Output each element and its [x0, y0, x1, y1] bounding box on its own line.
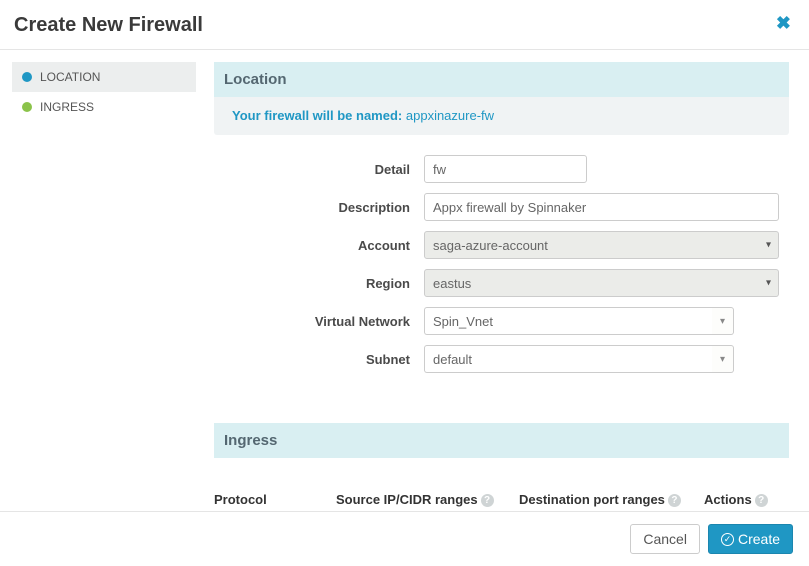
cancel-button[interactable]: Cancel	[630, 524, 700, 554]
firewall-name-value: appxinazure-fw	[406, 108, 494, 123]
create-button[interactable]: ✓ Create	[708, 524, 793, 554]
help-icon[interactable]: ?	[755, 494, 768, 507]
modal-footer: Cancel ✓ Create	[0, 511, 809, 566]
sidebar: LOCATION INGRESS	[12, 62, 196, 511]
label-subnet: Subnet	[224, 352, 424, 367]
help-icon[interactable]: ?	[481, 494, 494, 507]
label-detail: Detail	[224, 162, 424, 177]
label-account: Account	[224, 238, 424, 253]
account-select[interactable]	[424, 231, 779, 259]
status-pip-icon	[22, 102, 32, 112]
sidebar-item-location[interactable]: LOCATION	[12, 62, 196, 92]
label-vnet: Virtual Network	[224, 314, 424, 329]
label-description: Description	[224, 200, 424, 215]
modal-body: LOCATION INGRESS Location Your firewall …	[0, 50, 809, 511]
status-pip-icon	[22, 72, 32, 82]
close-icon[interactable]: ✖	[776, 14, 791, 32]
detail-input[interactable]	[424, 155, 587, 183]
section-heading-location: Location	[214, 62, 789, 97]
name-prefix: Your firewall will be named:	[232, 108, 402, 123]
firewall-name-banner: Your firewall will be named: appxinazure…	[214, 97, 789, 135]
check-circle-icon: ✓	[721, 533, 734, 546]
subnet-select[interactable]	[424, 345, 712, 373]
label-region: Region	[224, 276, 424, 291]
help-icon[interactable]: ?	[668, 494, 681, 507]
chevron-down-icon[interactable]: ▾	[712, 307, 734, 335]
create-firewall-modal: Create New Firewall ✖ LOCATION INGRESS L…	[0, 0, 809, 566]
create-button-label: Create	[738, 531, 780, 547]
col-dest: Destination port ranges	[519, 492, 665, 507]
sidebar-item-label: LOCATION	[40, 70, 100, 84]
chevron-down-icon[interactable]: ▾	[712, 345, 734, 373]
col-actions: Actions	[704, 492, 752, 507]
modal-header: Create New Firewall ✖	[0, 0, 809, 50]
main-panel: Location Your firewall will be named: ap…	[196, 62, 809, 511]
description-input[interactable]	[424, 193, 779, 221]
region-select[interactable]	[424, 269, 779, 297]
sidebar-item-label: INGRESS	[40, 100, 94, 114]
section-heading-ingress: Ingress	[214, 423, 789, 458]
sidebar-item-ingress[interactable]: INGRESS	[12, 92, 196, 122]
col-protocol: Protocol	[214, 492, 336, 508]
col-source: Source IP/CIDR ranges	[336, 492, 478, 507]
vnet-select[interactable]	[424, 307, 712, 335]
location-form: Detail Description Account Region Virtua…	[214, 135, 789, 393]
table-header: Protocol Source IP/CIDR ranges? Destinat…	[214, 492, 789, 508]
ingress-table: Protocol Source IP/CIDR ranges? Destinat…	[214, 492, 789, 511]
modal-title: Create New Firewall	[14, 14, 203, 37]
